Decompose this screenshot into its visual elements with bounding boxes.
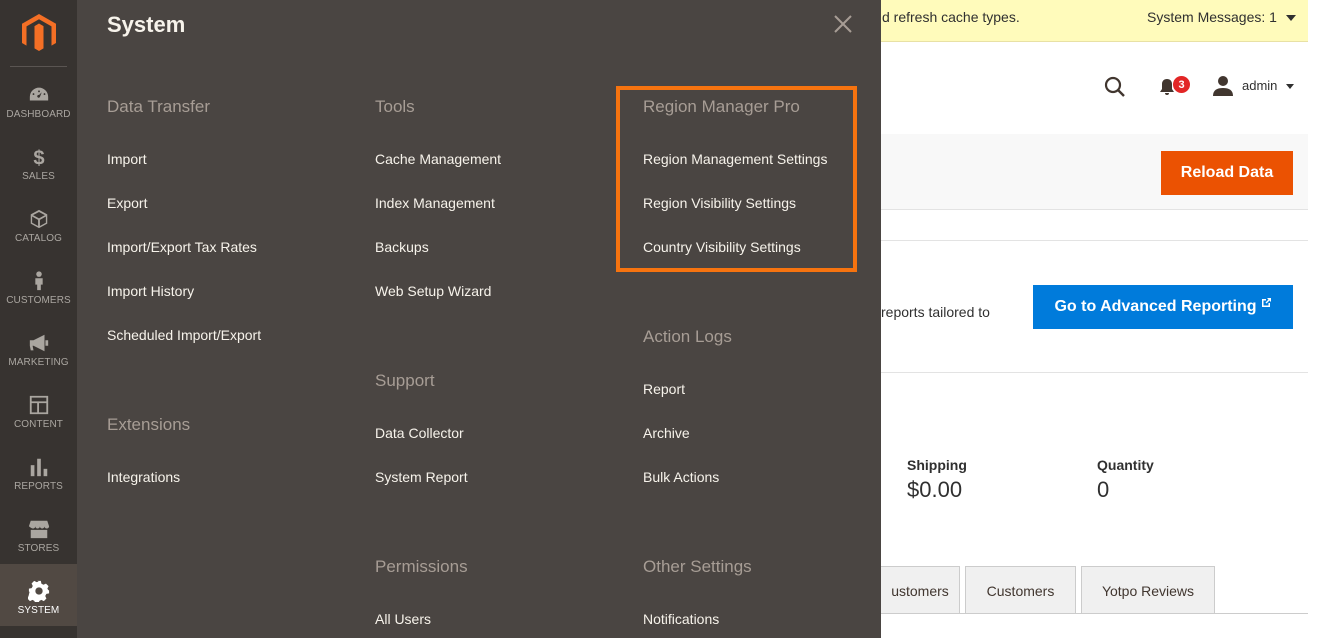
admin-sidebar: DASHBOARD $ SALES CATALOG CUSTOMERS MARK… — [0, 0, 77, 638]
menu-link-report[interactable]: Report — [643, 381, 685, 397]
nav-item-sales[interactable]: $ SALES — [0, 130, 77, 192]
menu-link-index-management[interactable]: Index Management — [375, 195, 495, 211]
menu-link-all-users[interactable]: All Users — [375, 611, 431, 627]
notification-badge: 3 — [1172, 75, 1191, 94]
nav-label: SALES — [22, 171, 55, 182]
menu-link-data-collector[interactable]: Data Collector — [375, 425, 464, 441]
menu-link-country-visibility-settings[interactable]: Country Visibility Settings — [643, 239, 801, 255]
svg-text:$: $ — [33, 147, 44, 168]
magento-logo-icon[interactable] — [0, 0, 77, 66]
system-message-bar[interactable]: d refresh cache types. System Messages: … — [880, 0, 1308, 42]
megaphone-icon — [29, 334, 48, 352]
menu-link-web-setup-wizard[interactable]: Web Setup Wizard — [375, 283, 491, 299]
bar-chart-icon — [30, 458, 47, 477]
menu-link-region-management-settings[interactable]: Region Management Settings — [643, 151, 827, 167]
admin-user-name[interactable]: admin — [1242, 78, 1277, 93]
section-heading-support: Support — [375, 371, 435, 390]
stat-value-shipping: $0.00 — [907, 477, 963, 502]
tab-yotpo-reviews[interactable]: Yotpo Reviews — [1081, 566, 1215, 614]
user-icon[interactable] — [1212, 76, 1234, 96]
menu-link-integrations[interactable]: Integrations — [107, 469, 180, 485]
external-link-icon — [1261, 297, 1271, 307]
box-icon — [30, 209, 47, 229]
menu-link-bulk-actions[interactable]: Bulk Actions — [643, 469, 719, 485]
section-heading-action-logs: Action Logs — [643, 327, 732, 346]
go-to-advanced-reporting-button[interactable]: Go to Advanced Reporting — [1033, 285, 1293, 329]
menu-link-cache-management[interactable]: Cache Management — [375, 151, 501, 167]
menu-link-import-export-tax-rates[interactable]: Import/Export Tax Rates — [107, 239, 257, 255]
nav-item-dashboard[interactable]: DASHBOARD — [0, 68, 77, 130]
nav-divider — [10, 66, 67, 67]
nav-label: SYSTEM — [17, 605, 60, 616]
speedometer-icon — [29, 87, 48, 101]
dollar-icon: $ — [33, 147, 44, 168]
nav-label: CONTENT — [13, 419, 64, 430]
stat-label-quantity: Quantity — [1097, 457, 1154, 473]
menu-title: System — [107, 12, 186, 37]
menu-link-system-report[interactable]: System Report — [375, 469, 468, 485]
section-divider — [880, 240, 1308, 241]
search-icon[interactable] — [1104, 76, 1126, 98]
menu-link-import[interactable]: Import — [107, 151, 147, 167]
nav-item-system[interactable]: SYSTEM — [0, 564, 77, 626]
chevron-down-icon[interactable] — [1286, 15, 1296, 21]
nav-label: CUSTOMERS — [6, 295, 71, 306]
advanced-reporting-text: reports tailored to — [881, 304, 990, 320]
nav-item-reports[interactable]: REPORTS — [0, 440, 77, 502]
nav-label: STORES — [17, 543, 60, 554]
menu-link-backups[interactable]: Backups — [375, 239, 429, 255]
gear-icon — [27, 580, 49, 602]
reload-data-button[interactable]: Reload Data — [1161, 151, 1293, 195]
system-menu-flyout: System Data Transfer Import Export Impor… — [77, 0, 881, 638]
stat-label-shipping: Shipping — [907, 457, 967, 473]
section-heading-extensions: Extensions — [107, 415, 191, 434]
nav-item-marketing[interactable]: MARKETING — [0, 316, 77, 378]
menu-link-import-history[interactable]: Import History — [107, 283, 194, 299]
nav-item-content[interactable]: CONTENT — [0, 378, 77, 440]
close-icon[interactable] — [833, 14, 853, 34]
menu-link-archive[interactable]: Archive — [643, 425, 690, 441]
nav-item-catalog[interactable]: CATALOG — [0, 192, 77, 254]
nav-item-customers[interactable]: CUSTOMERS — [0, 254, 77, 316]
menu-link-scheduled-import-export[interactable]: Scheduled Import/Export — [107, 327, 261, 343]
system-message-text: d refresh cache types. — [882, 9, 1020, 25]
nav-label: REPORTS — [14, 481, 63, 492]
nav-item-stores[interactable]: STORES — [0, 502, 77, 564]
person-icon — [34, 271, 43, 291]
tabs-underline — [880, 613, 1308, 614]
section-divider — [880, 372, 1308, 373]
menu-link-export[interactable]: Export — [107, 195, 147, 211]
section-heading-data-transfer: Data Transfer — [107, 97, 210, 116]
system-messages-count[interactable]: System Messages: 1 — [1147, 9, 1277, 25]
stat-value-quantity: 0 — [1097, 477, 1110, 502]
section-heading-region-manager-pro: Region Manager Pro — [643, 97, 800, 116]
nav-label: DASHBOARD — [6, 109, 71, 120]
nav-label: MARKETING — [8, 357, 69, 368]
section-heading-other-settings: Other Settings — [643, 557, 752, 576]
menu-link-region-visibility-settings[interactable]: Region Visibility Settings — [643, 195, 796, 211]
menu-link-notifications[interactable]: Notifications — [643, 611, 719, 627]
storefront-icon — [28, 520, 49, 539]
section-heading-permissions: Permissions — [375, 557, 468, 576]
tab-customers[interactable]: Customers — [965, 566, 1076, 614]
advanced-reporting-label: Go to Advanced Reporting — [1054, 298, 1257, 315]
chevron-down-icon[interactable] — [1286, 84, 1294, 89]
nav-label: CATALOG — [14, 233, 62, 244]
magento-logo-svg — [21, 14, 56, 51]
layout-icon — [29, 395, 48, 415]
section-heading-tools: Tools — [375, 97, 415, 116]
